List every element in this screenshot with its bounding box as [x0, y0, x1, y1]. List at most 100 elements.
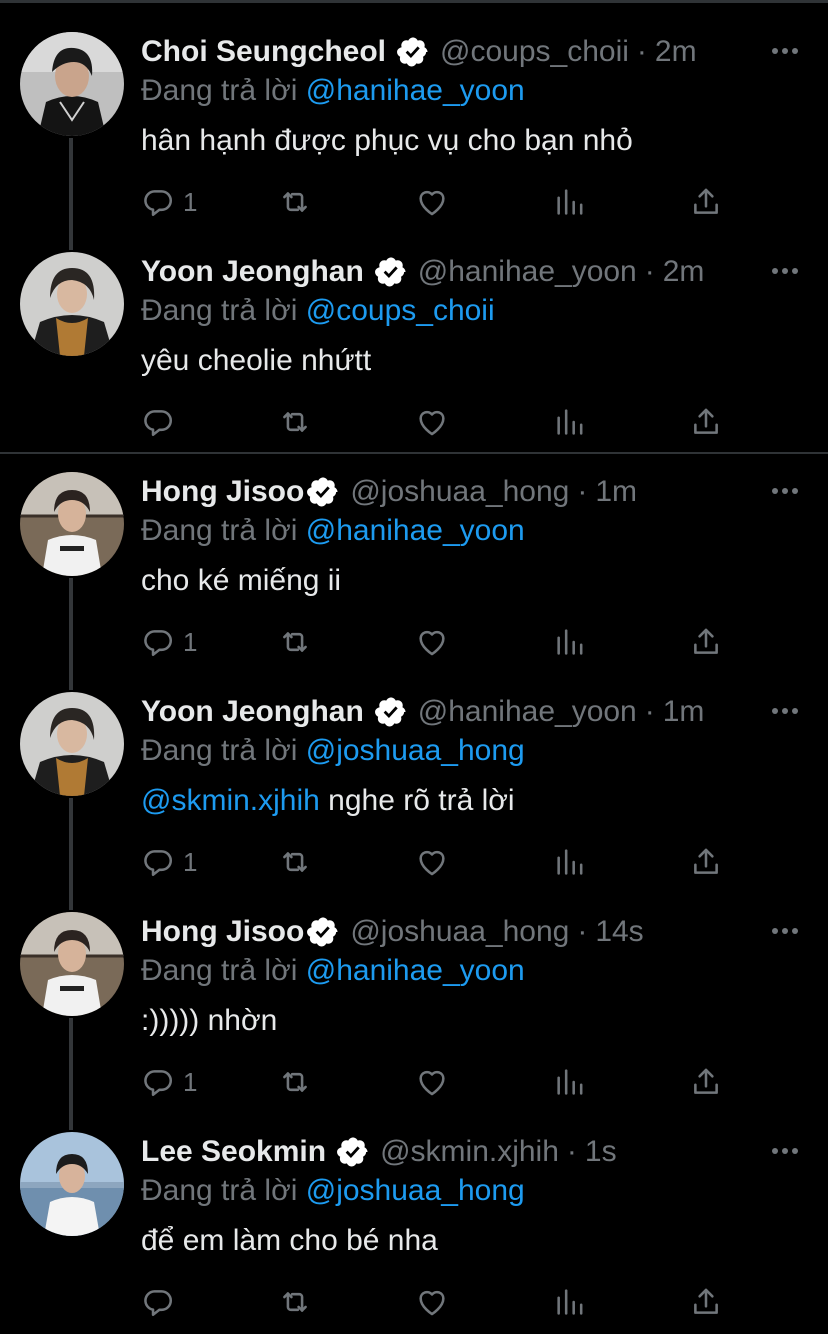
reply-button[interactable]	[141, 1285, 183, 1319]
tweet-text-content: hân hạnh được phục vụ cho bạn nhỏ	[141, 124, 633, 157]
heart-icon	[419, 630, 445, 656]
action-bar	[141, 405, 741, 439]
verified-badge-icon	[306, 915, 340, 949]
tweet[interactable]: Yoon Jeonghan @hanihae_yoon · 2m Đang tr…	[0, 220, 828, 440]
replying-to: Đang trả lời @hanihae_yoon	[141, 954, 525, 988]
reply-button[interactable]: 1	[141, 185, 197, 219]
tweet-text-content: nghe rõ trả lời	[319, 784, 515, 817]
tweet[interactable]: Yoon Jeonghan @hanihae_yoon · 1m Đang tr…	[0, 660, 828, 880]
like-button[interactable]	[415, 405, 449, 439]
handle[interactable]: @hanihae_yoon	[418, 695, 637, 729]
replying-to: Đang trả lời @hanihae_yoon	[141, 514, 525, 548]
reply-to-mention[interactable]: @hanihae_yoon	[306, 74, 525, 107]
share-icon	[694, 1068, 718, 1094]
reply-button[interactable]: 1	[141, 845, 197, 879]
reply-to-mention[interactable]: @hanihae_yoon	[306, 514, 525, 547]
like-button[interactable]	[415, 1285, 449, 1319]
timestamp[interactable]: 2m	[663, 255, 705, 289]
tweet-text-content: để em làm cho bé nha	[141, 1224, 438, 1257]
share-icon	[694, 188, 718, 214]
timestamp[interactable]: 1s	[585, 1135, 617, 1169]
share-icon	[694, 628, 718, 654]
tweet[interactable]: Hong Jisoo @joshuaa_hong · 14s Đang trả …	[0, 880, 828, 1100]
tweet[interactable]: Lee Seokmin @skmin.xjhih · 1s Đang trả l…	[0, 1100, 828, 1320]
reply-button[interactable]: 1	[141, 1065, 197, 1099]
more-icon[interactable]	[772, 268, 798, 276]
reply-to-mention[interactable]: @joshuaa_hong	[306, 1174, 525, 1207]
more-icon[interactable]	[772, 48, 798, 56]
views-button[interactable]	[553, 625, 587, 659]
retweet-button[interactable]	[277, 1285, 313, 1319]
text-mention[interactable]: @skmin.xjhih	[141, 784, 320, 817]
retweet-icon	[283, 1072, 307, 1092]
avatar[interactable]	[20, 472, 124, 576]
like-button[interactable]	[415, 1065, 449, 1099]
handle[interactable]: @joshuaa_hong	[350, 475, 569, 509]
reply-to-mention[interactable]: @coups_choii	[306, 294, 495, 327]
reply-prefix: Đang trả lời	[141, 1174, 298, 1207]
views-button[interactable]	[553, 1285, 587, 1319]
avatar[interactable]	[20, 32, 124, 136]
retweet-button[interactable]	[277, 1065, 313, 1099]
reply-button[interactable]	[141, 405, 183, 439]
share-button[interactable]	[689, 845, 723, 879]
display-name[interactable]: Hong Jisoo	[141, 915, 304, 949]
share-icon	[694, 408, 718, 434]
display-name[interactable]: Hong Jisoo	[141, 475, 304, 509]
avatar[interactable]	[20, 252, 124, 356]
timestamp[interactable]: 2m	[655, 35, 697, 69]
display-name[interactable]: Lee Seokmin	[141, 1135, 326, 1169]
avatar[interactable]	[20, 692, 124, 796]
heart-icon	[419, 190, 445, 216]
display-name[interactable]: Yoon Jeonghan	[141, 255, 364, 289]
share-button[interactable]	[689, 1065, 723, 1099]
retweet-button[interactable]	[277, 185, 313, 219]
views-button[interactable]	[553, 845, 587, 879]
tweet[interactable]: Choi Seungcheol @coups_choii · 2m Đang t…	[0, 0, 828, 220]
share-button[interactable]	[689, 405, 723, 439]
timestamp[interactable]: 1m	[595, 475, 637, 509]
dot-separator: ·	[636, 35, 647, 68]
share-button[interactable]	[689, 1285, 723, 1319]
share-icon	[694, 848, 718, 874]
reply-count: 1	[183, 186, 198, 217]
like-button[interactable]	[415, 185, 449, 219]
timestamp[interactable]: 14s	[595, 915, 643, 949]
like-button[interactable]	[415, 845, 449, 879]
avatar[interactable]	[20, 1132, 124, 1236]
more-icon[interactable]	[772, 1148, 798, 1156]
more-icon[interactable]	[772, 488, 798, 496]
retweet-button[interactable]	[277, 625, 313, 659]
more-icon[interactable]	[772, 708, 798, 716]
reply-to-mention[interactable]: @joshuaa_hong	[306, 734, 525, 767]
timestamp[interactable]: 1m	[663, 695, 705, 729]
tweet-text-content: yêu cheolie nhứtt	[141, 344, 372, 377]
like-button[interactable]	[415, 625, 449, 659]
avatar[interactable]	[20, 912, 124, 1016]
reply-to-mention[interactable]: @hanihae_yoon	[306, 954, 525, 987]
handle[interactable]: @joshuaa_hong	[350, 915, 569, 949]
views-icon	[557, 1289, 583, 1315]
retweet-button[interactable]	[277, 845, 313, 879]
display-name[interactable]: Yoon Jeonghan	[141, 695, 364, 729]
handle[interactable]: @hanihae_yoon	[418, 255, 637, 289]
replying-to: Đang trả lời @coups_choii	[141, 294, 495, 328]
action-bar: 1	[141, 625, 741, 659]
share-button[interactable]	[689, 185, 723, 219]
reply-button[interactable]: 1	[141, 625, 197, 659]
verified-badge-icon	[374, 255, 408, 289]
tweet[interactable]: Hong Jisoo @joshuaa_hong · 1m Đang trả l…	[0, 440, 828, 660]
handle[interactable]: @skmin.xjhih	[380, 1135, 559, 1169]
retweet-icon	[283, 852, 307, 872]
views-button[interactable]	[553, 405, 587, 439]
replying-to: Đang trả lời @hanihae_yoon	[141, 74, 525, 108]
views-button[interactable]	[553, 1065, 587, 1099]
heart-icon	[419, 1290, 445, 1316]
handle[interactable]: @coups_choii	[440, 35, 629, 69]
share-button[interactable]	[689, 625, 723, 659]
tweet-text: @skmin.xjhih nghe rõ trả lời	[141, 784, 515, 818]
display-name[interactable]: Choi Seungcheol	[141, 35, 386, 69]
more-icon[interactable]	[772, 928, 798, 936]
retweet-button[interactable]	[277, 405, 313, 439]
views-button[interactable]	[553, 185, 587, 219]
